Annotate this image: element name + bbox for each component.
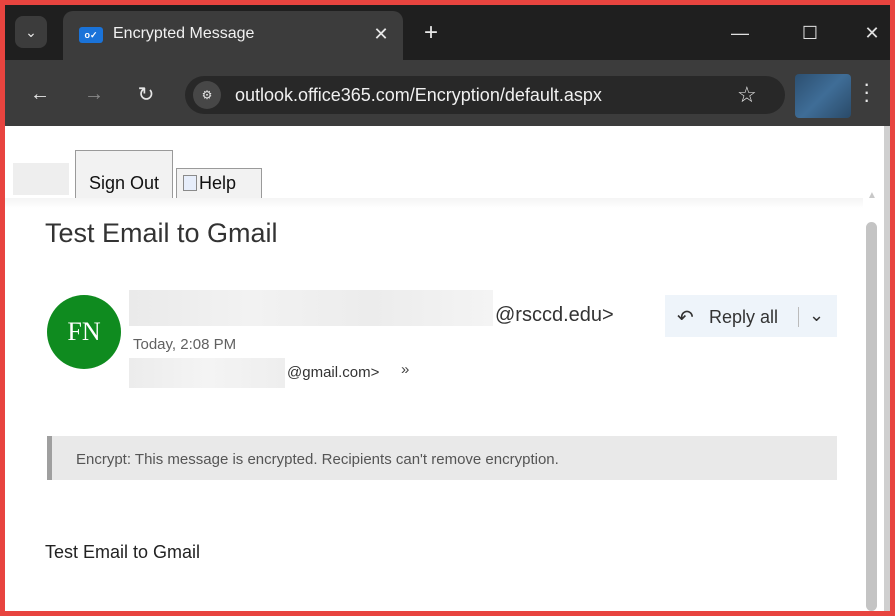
close-window-button[interactable]: ✕	[857, 19, 887, 47]
tab-title: Encrypted Message	[113, 25, 255, 42]
forward-arrow-icon[interactable]: →	[81, 81, 107, 107]
site-info-icon[interactable]: ⚙	[193, 81, 221, 109]
tab-encrypted-message[interactable]: o✓ Encrypted Message ✕	[63, 11, 403, 60]
encryption-notice-text: Encrypt: This message is encrypted. Reci…	[76, 451, 559, 468]
scroll-up-icon[interactable]: ▲	[867, 190, 877, 201]
help-button[interactable]: Help	[176, 168, 262, 198]
browser-toolbar: ← → ↻ ⚙ outlook.office365.com/Encryption…	[5, 60, 890, 126]
expand-recipients-icon[interactable]: »	[401, 361, 409, 378]
tab-close-icon[interactable]: ✕	[369, 22, 393, 46]
back-arrow-icon[interactable]: ←	[27, 81, 53, 107]
reply-all-button[interactable]: ↶ Reply all ⌄	[665, 295, 837, 337]
profile-avatar[interactable]	[795, 74, 851, 118]
sender-domain: @rsccd.edu>	[495, 304, 614, 326]
sign-out-button[interactable]: Sign Out	[75, 150, 173, 198]
tab-search-button[interactable]: ⌄	[15, 16, 47, 48]
browser-menu-icon[interactable]: · · ·	[863, 73, 870, 111]
maximize-button[interactable]: ☐	[795, 19, 825, 47]
address-bar[interactable]: ⚙ outlook.office365.com/Encryption/defau…	[185, 76, 785, 114]
encrypted-message-page: Sign Out Help Test Email to Gmail FN @rs…	[5, 126, 884, 611]
minimize-button[interactable]: —	[725, 19, 755, 47]
redacted-sender	[129, 290, 493, 326]
scrollbar-thumb[interactable]	[866, 222, 877, 611]
reply-all-icon: ↶	[677, 307, 694, 329]
chevron-down-icon: ⌄	[25, 23, 37, 40]
tab-strip: ⌄ o✓ Encrypted Message ✕ + — ☐ ✕	[5, 5, 890, 60]
outlook-favicon-icon: o✓	[79, 27, 103, 43]
window-edge	[884, 126, 890, 611]
url-text[interactable]: outlook.office365.com/Encryption/default…	[235, 85, 602, 106]
redacted-area	[13, 163, 69, 195]
message-body: Test Email to Gmail	[45, 542, 201, 562]
help-label: Help	[199, 173, 237, 193]
new-tab-button[interactable]: +	[417, 19, 445, 47]
message-subject: Test Email to Gmail	[45, 218, 278, 248]
sender-avatar: FN	[47, 295, 121, 369]
bookmark-star-icon[interactable]: ☆	[737, 82, 757, 108]
reply-all-label: Reply all	[709, 307, 779, 327]
encryption-notice: Encrypt: This message is encrypted. Reci…	[47, 436, 837, 480]
broken-image-icon	[183, 175, 197, 191]
reload-icon[interactable]: ↻	[133, 81, 159, 107]
message-date: Today, 2:08 PM	[133, 336, 237, 353]
chevron-down-icon[interactable]: ⌄	[809, 305, 824, 326]
recipient-domain: @gmail.com>	[287, 364, 380, 381]
redacted-recipient	[129, 358, 285, 388]
reply-divider	[798, 307, 799, 327]
header-separator	[5, 198, 865, 208]
